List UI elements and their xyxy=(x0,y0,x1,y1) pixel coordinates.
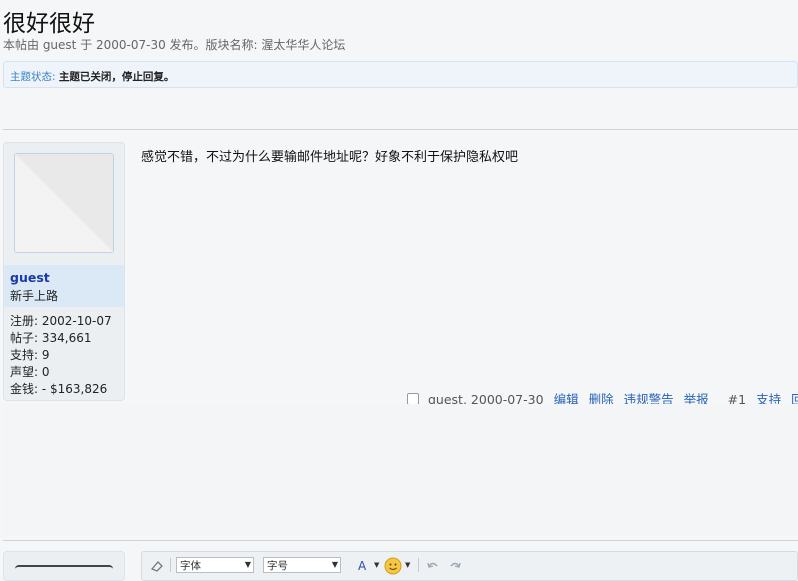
post-bottom-area xyxy=(3,404,798,535)
toolbar-separator xyxy=(170,558,171,572)
section-divider xyxy=(3,129,798,130)
user-stat-registered: 注册: 2002-10-07 xyxy=(10,314,112,328)
user-stat-reputation: 声望: 0 xyxy=(10,365,50,379)
smiley-dropdown-icon[interactable]: ▼ xyxy=(405,561,410,569)
undo-icon[interactable] xyxy=(426,559,440,573)
editor-toolbar: 字体 ▼ 字号 ▼ A ▼ ▼ xyxy=(141,551,798,581)
text-color-dropdown-icon[interactable]: ▼ xyxy=(374,561,379,569)
eraser-icon[interactable] xyxy=(150,559,164,573)
user-name-box: guest 新手上路 xyxy=(4,265,124,307)
user-stat-posts: 帖子: 334,661 xyxy=(10,331,92,345)
default-avatar-icon xyxy=(15,154,113,252)
font-family-label: 字体 xyxy=(180,560,201,572)
thread-meta: 本帖由 guest 于 2000-07-30 发布。版块名称: 渥太华华人论坛 xyxy=(3,38,346,52)
post-content: 感觉不错，不过为什么要输邮件地址呢？好象不利于保护隐私权吧 xyxy=(141,150,519,165)
svg-text:A: A xyxy=(358,559,367,573)
status-label: 主题状态: xyxy=(10,71,56,83)
user-stat-likes: 支持: 9 xyxy=(10,348,50,362)
chevron-down-icon: ▼ xyxy=(244,560,251,569)
user-rank: 新手上路 xyxy=(10,289,59,303)
reply-divider xyxy=(3,540,798,541)
chevron-down-icon: ▼ xyxy=(331,560,338,569)
user-card: guest 新手上路 注册: 2002-10-07 帖子: 334,661 支持… xyxy=(3,142,125,401)
reply-avatar xyxy=(3,551,125,581)
toolbar-separator xyxy=(418,558,419,572)
font-family-select[interactable]: 字体 ▼ xyxy=(176,557,254,573)
font-size-label: 字号 xyxy=(267,560,288,572)
user-stats: 注册: 2002-10-07 帖子: 334,661 支持: 9 声望: 0 金… xyxy=(10,313,112,398)
avatar[interactable] xyxy=(14,153,114,253)
font-size-select[interactable]: 字号 ▼ xyxy=(263,557,341,573)
smiley-icon[interactable] xyxy=(384,557,402,575)
status-text: 主题已关闭，停止回复。 xyxy=(58,71,175,83)
thread-status-bar: 主题状态: 主题已关闭，停止回复。 xyxy=(3,61,798,88)
redo-icon[interactable] xyxy=(448,559,462,573)
thread-title: 很好很好 xyxy=(3,11,95,37)
username-link[interactable]: guest xyxy=(10,270,50,285)
text-color-icon[interactable]: A xyxy=(356,559,370,573)
user-stat-money: 金钱: - $163,826 xyxy=(10,382,108,396)
